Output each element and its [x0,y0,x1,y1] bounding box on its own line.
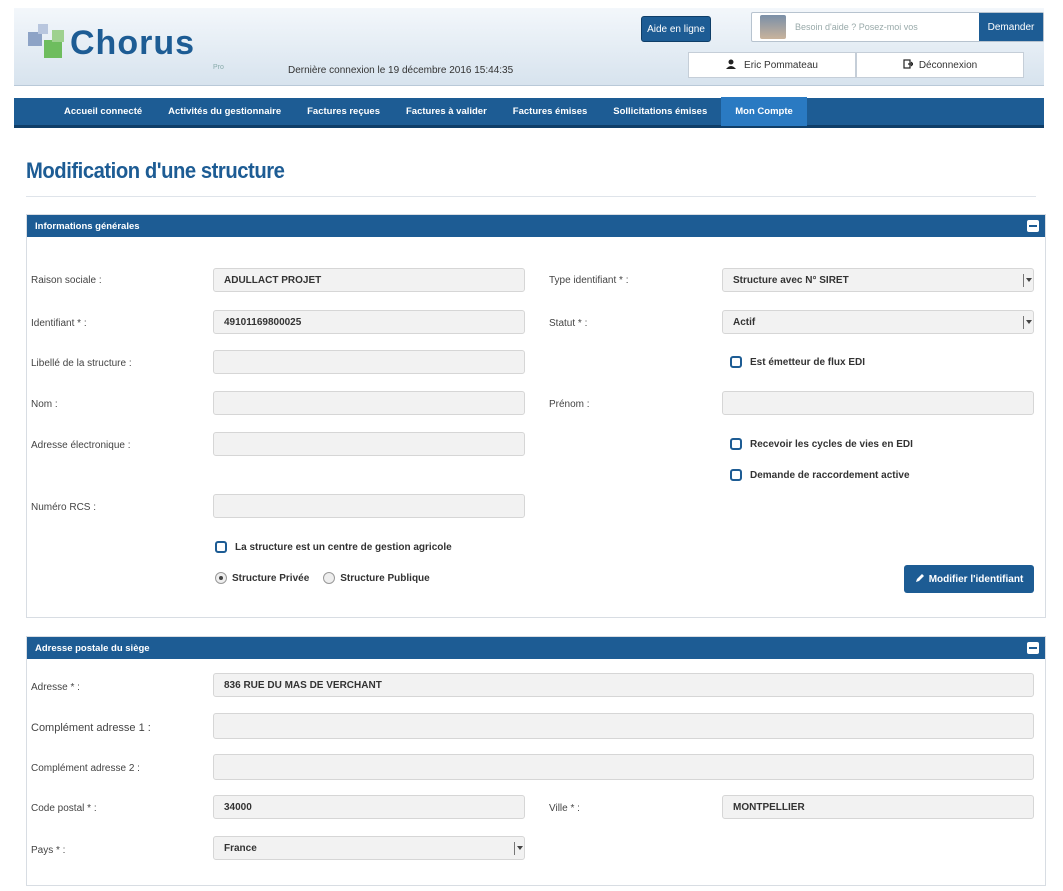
pays-select[interactable]: France [213,836,525,860]
modify-identifier-button[interactable]: Modifier l'identifiant [904,565,1034,593]
radio-privee[interactable]: Structure Privée [215,572,309,584]
adresse-label: Adresse * : [31,682,80,693]
general-info-header: Informations générales [27,215,1045,237]
chevron-down-icon [1026,320,1032,324]
ask-button[interactable]: Demander [979,13,1043,41]
pays-label: Pays * : [31,845,66,856]
nav-mon-compte[interactable]: Mon Compte [721,97,807,126]
title-divider [26,196,1036,197]
assistant-avatar [760,15,786,39]
cycles-edi-checkbox[interactable]: Recevoir les cycles de vies en EDI [730,438,913,450]
nav-factures-recues[interactable]: Factures reçues [307,106,380,117]
user-icon [726,59,737,72]
nav-factures-emises[interactable]: Factures émises [513,106,587,117]
pays-value: France [224,843,257,854]
adresse-field[interactable]: 836 RUE DU MAS DE VERCHANT [213,673,1034,697]
nav-factures-a-valider[interactable]: Factures à valider [406,106,487,117]
nom-label: Nom : [31,399,58,410]
emetteur-edi-checkbox[interactable]: Est émetteur de flux EDI [730,356,865,368]
identifiant-label: Identifiant * : [31,318,87,329]
modify-identifier-label: Modifier l'identifiant [928,573,1024,585]
complement2-label: Complément adresse 2 : [31,763,140,774]
ville-field[interactable]: MONTPELLIER [722,795,1034,819]
logo-square-icon [52,30,64,42]
statut-label: Statut * : [549,318,588,329]
general-info-title: Informations générales [35,221,140,232]
chorus-logo[interactable]: Chorus Pro [28,18,238,78]
user-name: Eric Pommateau [744,59,818,71]
identifiant-field[interactable]: 49101169800025 [213,310,525,334]
nav-activites[interactable]: Activités du gestionnaire [168,106,281,117]
logo-wordmark: Chorus [70,24,195,62]
collapse-icon[interactable] [1027,220,1039,232]
emetteur-edi-label: Est émetteur de flux EDI [750,356,866,368]
chevron-down-icon [1026,278,1032,282]
user-account-button[interactable]: Eric Pommateau [688,52,856,78]
rcs-field[interactable] [213,494,525,518]
collapse-icon[interactable] [1027,642,1039,654]
logo-square-icon [38,24,48,34]
cycles-edi-label: Recevoir les cycles de vies en EDI [750,438,913,450]
code-postal-field[interactable]: 34000 [213,795,525,819]
help-online-button[interactable]: Aide en ligne [641,16,711,42]
radio-selected-icon [215,572,227,584]
logout-label: Déconnexion [918,59,978,71]
raison-sociale-label: Raison sociale : [31,275,102,286]
complement2-field[interactable] [213,754,1034,780]
agricole-label: La structure est un centre de gestion ag… [235,541,452,553]
code-postal-label: Code postal * : [31,803,97,814]
email-label: Adresse électronique : [31,440,131,451]
complement1-field[interactable] [213,713,1034,739]
prenom-field[interactable] [722,391,1034,415]
type-identifiant-select[interactable]: Structure avec N° SIRET [722,268,1034,292]
rcs-label: Numéro RCS : [31,502,97,513]
page-title: Modification d'une structure [26,158,285,183]
raccordement-checkbox[interactable]: Demande de raccordement active [730,469,910,481]
postal-address-title: Adresse postale du siège [35,643,150,654]
logo-subtitle: Pro [213,64,224,71]
checkbox-icon [730,469,742,481]
logo-square-icon [28,32,42,46]
agricole-checkbox[interactable]: La structure est un centre de gestion ag… [215,541,452,553]
raccordement-label: Demande de raccordement active [750,469,910,481]
complement1-label: Complément adresse 1 : [31,722,151,734]
logout-icon [903,58,914,72]
statut-select[interactable]: Actif [722,310,1034,334]
email-field[interactable] [213,432,525,456]
nav-sollicitations[interactable]: Sollicitations émises [613,106,707,117]
type-identifiant-label: Type identifiant * : [549,275,629,286]
nav-accueil[interactable]: Accueil connecté [64,106,142,117]
structure-type-radios: Structure Privée Structure Publique [215,572,430,584]
nom-field[interactable] [213,391,525,415]
app-header: Chorus Pro Dernière connexion le 19 déce… [14,8,1044,86]
ville-label: Ville * : [549,803,580,814]
checkbox-icon [215,541,227,553]
radio-publique[interactable]: Structure Publique [323,572,430,584]
pencil-icon [915,573,925,586]
radio-publique-label: Structure Publique [340,572,430,584]
statut-value: Actif [733,317,756,328]
logo-square-icon [44,40,62,58]
help-question-input[interactable]: Besoin d'aide ? Posez-moi vos [795,22,918,32]
checkbox-icon [730,356,742,368]
libelle-field[interactable] [213,350,525,374]
main-nav: Accueil connecté Activités du gestionnai… [14,97,1044,128]
chevron-down-icon [517,846,523,850]
prenom-label: Prénom : [549,399,590,410]
last-login-text: Dernière connexion le 19 décembre 2016 1… [288,65,514,76]
radio-privee-label: Structure Privée [232,572,310,584]
checkbox-icon [730,438,742,450]
help-assistant-box: Besoin d'aide ? Posez-moi vos Demander [751,12,1044,42]
radio-unselected-icon [323,572,336,584]
libelle-label: Libellé de la structure : [31,358,132,369]
logout-button[interactable]: Déconnexion [856,52,1024,78]
raison-sociale-field[interactable]: ADULLACT PROJET [213,268,525,292]
postal-address-header: Adresse postale du siège [27,637,1045,659]
type-identifiant-value: Structure avec N° SIRET [733,275,849,286]
